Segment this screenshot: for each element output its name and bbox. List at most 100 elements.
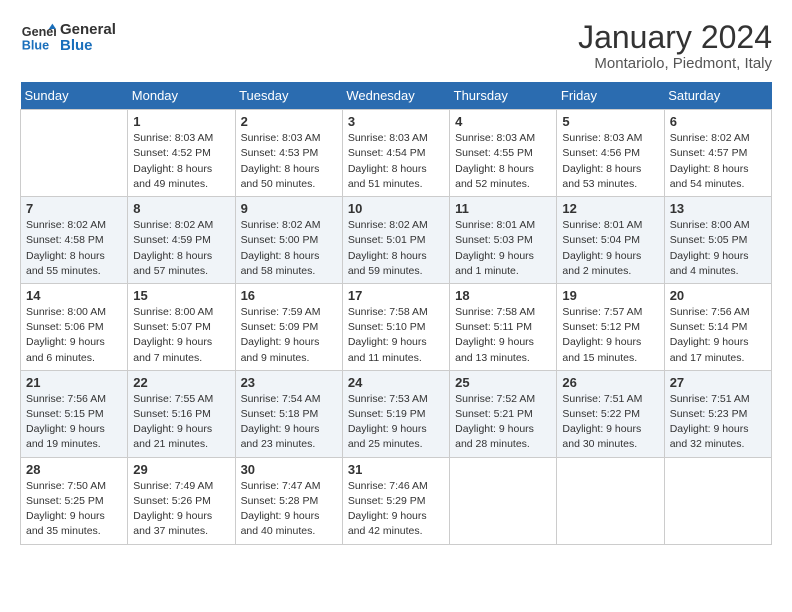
day-number: 12 bbox=[562, 201, 658, 216]
day-info: Sunrise: 8:01 AM Sunset: 5:03 PM Dayligh… bbox=[455, 218, 551, 279]
day-number: 18 bbox=[455, 288, 551, 303]
logo-text-general: General bbox=[60, 22, 116, 39]
calendar-cell: 7Sunrise: 8:02 AM Sunset: 4:58 PM Daylig… bbox=[21, 197, 128, 284]
day-info: Sunrise: 7:56 AM Sunset: 5:15 PM Dayligh… bbox=[26, 392, 122, 453]
day-number: 8 bbox=[133, 201, 229, 216]
day-info: Sunrise: 7:51 AM Sunset: 5:22 PM Dayligh… bbox=[562, 392, 658, 453]
calendar-cell: 22 Sunrise: 7:55 AM Sunset: 5:16 PM Dayli… bbox=[128, 370, 235, 457]
day-info: Sunrise: 8:02 AM Sunset: 4:58 PM Dayligh… bbox=[26, 218, 122, 279]
calendar-week-3: 14 Sunrise: 8:00 AM Sunset: 5:06 PM Dayli… bbox=[21, 283, 772, 370]
day-info: Sunrise: 8:02 AM Sunset: 5:01 PM Dayligh… bbox=[348, 218, 444, 279]
calendar-cell: 29Sunrise: 7:49 AM Sunset: 5:26 PM Dayli… bbox=[128, 457, 235, 544]
calendar-subtitle: Montariolo, Piedmont, Italy bbox=[578, 55, 772, 72]
page-header: General Blue General Blue January 2024 M… bbox=[20, 20, 772, 72]
calendar-cell: 11 Sunrise: 8:01 AM Sunset: 5:03 PM Dayli… bbox=[450, 197, 557, 284]
day-info: Sunrise: 7:56 AM Sunset: 5:14 PM Dayligh… bbox=[670, 305, 766, 366]
column-header-monday: Monday bbox=[128, 82, 235, 110]
calendar-cell: 23 Sunrise: 7:54 AM Sunset: 5:18 PM Dayli… bbox=[235, 370, 342, 457]
day-info: Sunrise: 7:50 AM Sunset: 5:25 PM Dayligh… bbox=[26, 479, 122, 540]
logo-icon: General Blue bbox=[20, 20, 56, 56]
day-info: Sunrise: 7:59 AM Sunset: 5:09 PM Dayligh… bbox=[241, 305, 337, 366]
calendar-cell: 10Sunrise: 8:02 AM Sunset: 5:01 PM Dayli… bbox=[342, 197, 449, 284]
calendar-title: January 2024 bbox=[578, 20, 772, 55]
day-number: 24 bbox=[348, 375, 444, 390]
calendar-cell bbox=[664, 457, 771, 544]
column-header-thursday: Thursday bbox=[450, 82, 557, 110]
day-info: Sunrise: 7:52 AM Sunset: 5:21 PM Dayligh… bbox=[455, 392, 551, 453]
day-info: Sunrise: 7:57 AM Sunset: 5:12 PM Dayligh… bbox=[562, 305, 658, 366]
day-number: 22 bbox=[133, 375, 229, 390]
calendar-cell: 26 Sunrise: 7:51 AM Sunset: 5:22 PM Dayli… bbox=[557, 370, 664, 457]
calendar-cell: 30 Sunrise: 7:47 AM Sunset: 5:28 PM Dayli… bbox=[235, 457, 342, 544]
calendar-cell: 24 Sunrise: 7:53 AM Sunset: 5:19 PM Dayli… bbox=[342, 370, 449, 457]
day-info: Sunrise: 8:03 AM Sunset: 4:54 PM Dayligh… bbox=[348, 131, 444, 192]
column-header-saturday: Saturday bbox=[664, 82, 771, 110]
calendar-cell: 6 Sunrise: 8:02 AM Sunset: 4:57 PM Daylig… bbox=[664, 110, 771, 197]
day-number: 3 bbox=[348, 114, 444, 129]
day-info: Sunrise: 7:54 AM Sunset: 5:18 PM Dayligh… bbox=[241, 392, 337, 453]
day-number: 26 bbox=[562, 375, 658, 390]
day-number: 15 bbox=[133, 288, 229, 303]
day-info: Sunrise: 7:58 AM Sunset: 5:11 PM Dayligh… bbox=[455, 305, 551, 366]
day-number: 9 bbox=[241, 201, 337, 216]
day-info: Sunrise: 8:03 AM Sunset: 4:52 PM Dayligh… bbox=[133, 131, 229, 192]
day-number: 13 bbox=[670, 201, 766, 216]
day-number: 11 bbox=[455, 201, 551, 216]
calendar-cell: 3 Sunrise: 8:03 AM Sunset: 4:54 PM Daylig… bbox=[342, 110, 449, 197]
day-info: Sunrise: 8:00 AM Sunset: 5:05 PM Dayligh… bbox=[670, 218, 766, 279]
calendar-cell bbox=[557, 457, 664, 544]
calendar-cell: 19 Sunrise: 7:57 AM Sunset: 5:12 PM Dayli… bbox=[557, 283, 664, 370]
calendar-cell: 25Sunrise: 7:52 AM Sunset: 5:21 PM Dayli… bbox=[450, 370, 557, 457]
calendar-week-5: 28 Sunrise: 7:50 AM Sunset: 5:25 PM Dayli… bbox=[21, 457, 772, 544]
day-info: Sunrise: 7:53 AM Sunset: 5:19 PM Dayligh… bbox=[348, 392, 444, 453]
calendar-cell: 21 Sunrise: 7:56 AM Sunset: 5:15 PM Dayli… bbox=[21, 370, 128, 457]
day-info: Sunrise: 7:47 AM Sunset: 5:28 PM Dayligh… bbox=[241, 479, 337, 540]
day-number: 28 bbox=[26, 462, 122, 477]
calendar-cell: 31 Sunrise: 7:46 AM Sunset: 5:29 PM Dayli… bbox=[342, 457, 449, 544]
day-info: Sunrise: 7:49 AM Sunset: 5:26 PM Dayligh… bbox=[133, 479, 229, 540]
day-number: 30 bbox=[241, 462, 337, 477]
day-number: 6 bbox=[670, 114, 766, 129]
day-info: Sunrise: 8:02 AM Sunset: 4:57 PM Dayligh… bbox=[670, 131, 766, 192]
calendar-cell: 9 Sunrise: 8:02 AM Sunset: 5:00 PM Daylig… bbox=[235, 197, 342, 284]
day-info: Sunrise: 7:58 AM Sunset: 5:10 PM Dayligh… bbox=[348, 305, 444, 366]
calendar-cell: 27 Sunrise: 7:51 AM Sunset: 5:23 PM Dayli… bbox=[664, 370, 771, 457]
day-number: 31 bbox=[348, 462, 444, 477]
calendar-week-4: 21 Sunrise: 7:56 AM Sunset: 5:15 PM Dayli… bbox=[21, 370, 772, 457]
day-number: 17 bbox=[348, 288, 444, 303]
logo: General Blue General Blue bbox=[20, 20, 116, 56]
day-number: 1 bbox=[133, 114, 229, 129]
day-info: Sunrise: 7:51 AM Sunset: 5:23 PM Dayligh… bbox=[670, 392, 766, 453]
calendar-cell: 16Sunrise: 7:59 AM Sunset: 5:09 PM Dayli… bbox=[235, 283, 342, 370]
calendar-header-row: SundayMondayTuesdayWednesdayThursdayFrid… bbox=[21, 82, 772, 110]
day-number: 19 bbox=[562, 288, 658, 303]
day-info: Sunrise: 8:03 AM Sunset: 4:53 PM Dayligh… bbox=[241, 131, 337, 192]
calendar-cell bbox=[21, 110, 128, 197]
day-number: 2 bbox=[241, 114, 337, 129]
calendar-table: SundayMondayTuesdayWednesdayThursdayFrid… bbox=[20, 82, 772, 544]
day-info: Sunrise: 7:46 AM Sunset: 5:29 PM Dayligh… bbox=[348, 479, 444, 540]
calendar-week-1: 1 Sunrise: 8:03 AM Sunset: 4:52 PM Daylig… bbox=[21, 110, 772, 197]
calendar-cell: 2 Sunrise: 8:03 AM Sunset: 4:53 PM Daylig… bbox=[235, 110, 342, 197]
calendar-cell: 14 Sunrise: 8:00 AM Sunset: 5:06 PM Dayli… bbox=[21, 283, 128, 370]
day-number: 14 bbox=[26, 288, 122, 303]
day-info: Sunrise: 7:55 AM Sunset: 5:16 PM Dayligh… bbox=[133, 392, 229, 453]
day-number: 23 bbox=[241, 375, 337, 390]
day-info: Sunrise: 8:02 AM Sunset: 5:00 PM Dayligh… bbox=[241, 218, 337, 279]
calendar-cell: 17 Sunrise: 7:58 AM Sunset: 5:10 PM Dayli… bbox=[342, 283, 449, 370]
day-number: 27 bbox=[670, 375, 766, 390]
column-header-tuesday: Tuesday bbox=[235, 82, 342, 110]
calendar-cell: 8Sunrise: 8:02 AM Sunset: 4:59 PM Daylig… bbox=[128, 197, 235, 284]
day-number: 21 bbox=[26, 375, 122, 390]
calendar-cell: 4Sunrise: 8:03 AM Sunset: 4:55 PM Daylig… bbox=[450, 110, 557, 197]
title-block: January 2024 Montariolo, Piedmont, Italy bbox=[578, 20, 772, 72]
day-info: Sunrise: 8:00 AM Sunset: 5:06 PM Dayligh… bbox=[26, 305, 122, 366]
calendar-cell: 13 Sunrise: 8:00 AM Sunset: 5:05 PM Dayli… bbox=[664, 197, 771, 284]
day-info: Sunrise: 8:03 AM Sunset: 4:56 PM Dayligh… bbox=[562, 131, 658, 192]
day-info: Sunrise: 8:01 AM Sunset: 5:04 PM Dayligh… bbox=[562, 218, 658, 279]
calendar-cell: 20 Sunrise: 7:56 AM Sunset: 5:14 PM Dayli… bbox=[664, 283, 771, 370]
calendar-cell: 1 Sunrise: 8:03 AM Sunset: 4:52 PM Daylig… bbox=[128, 110, 235, 197]
day-number: 20 bbox=[670, 288, 766, 303]
calendar-cell: 28 Sunrise: 7:50 AM Sunset: 5:25 PM Dayli… bbox=[21, 457, 128, 544]
day-info: Sunrise: 8:00 AM Sunset: 5:07 PM Dayligh… bbox=[133, 305, 229, 366]
